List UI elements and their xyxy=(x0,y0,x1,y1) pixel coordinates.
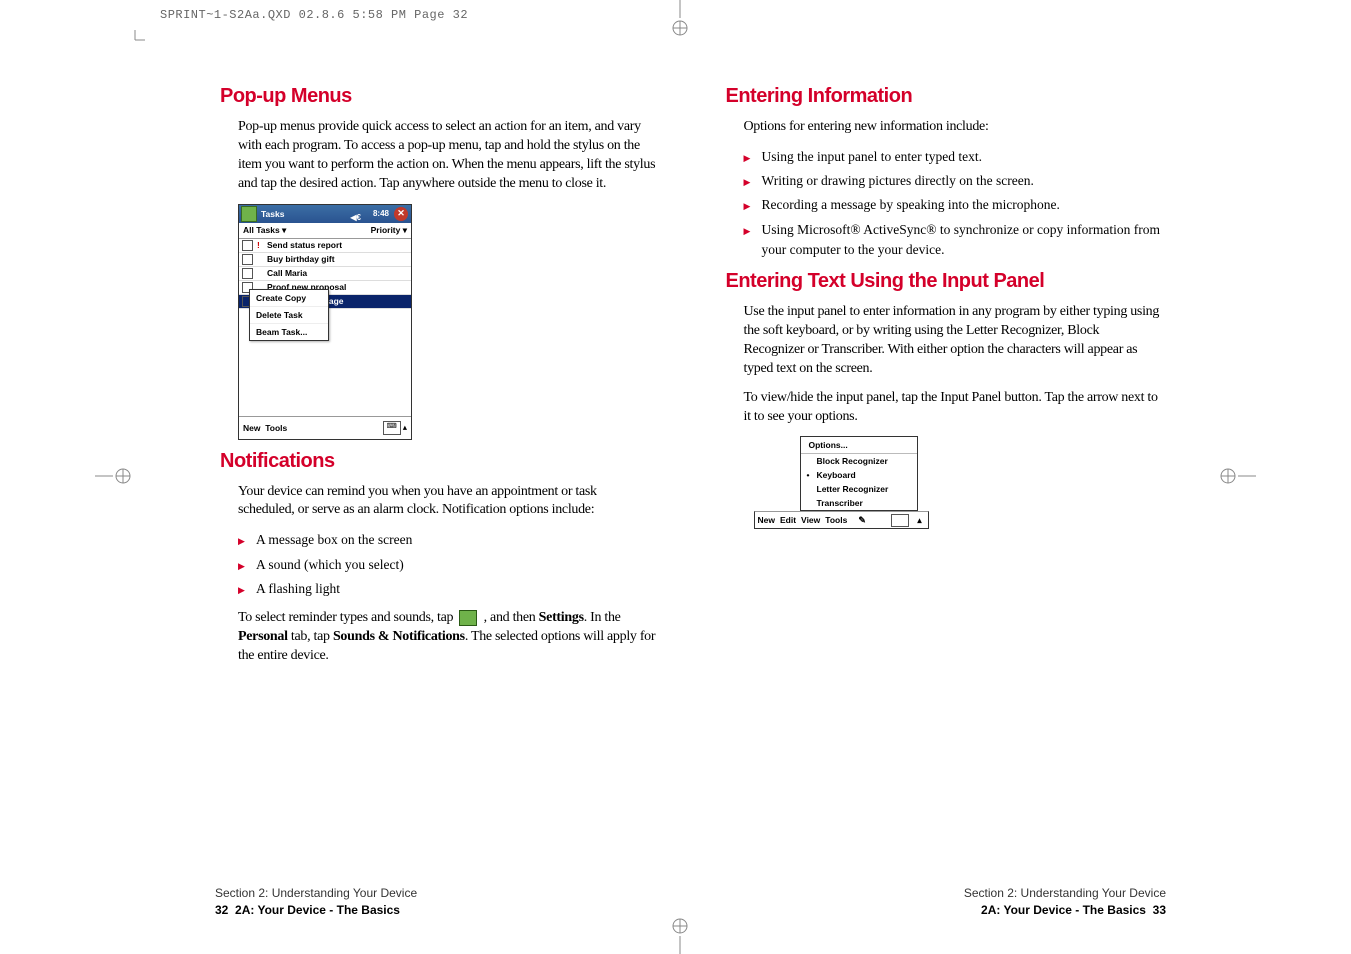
input-panel-screenshot: Options... Block RecognizerKeyboardLette… xyxy=(754,436,929,529)
list-item: Writing or drawing pictures directly on … xyxy=(744,171,1162,191)
sip-menubar: New Edit View Tools ✎ ▴ xyxy=(754,511,929,529)
page-number-left: 32 xyxy=(215,903,228,917)
tasks-screenshot: Tasks ◀€ 8:48 ✕ All Tasks ▾ Priority ▾ !… xyxy=(238,204,412,440)
tasks-filter-priority: Priority ▾ xyxy=(371,225,407,236)
task-row: Call Maria xyxy=(239,267,411,281)
tasks-titlebar: Tasks ◀€ 8:48 ✕ xyxy=(239,205,411,223)
heading-input-panel: Entering Text Using the Input Panel xyxy=(726,270,1162,293)
popup-item: Beam Task... xyxy=(250,324,328,340)
sounds-bold: Sounds & Notifications xyxy=(333,629,465,644)
right-page: Entering Information Options for enterin… xyxy=(726,75,1162,676)
sip-method-item: Keyboard xyxy=(801,468,917,482)
crop-mark-tl xyxy=(105,30,145,60)
menubar-item: View xyxy=(801,515,820,525)
list-item: A flashing light xyxy=(238,579,656,599)
txt: To select reminder types and sounds, tap xyxy=(238,610,456,625)
footer-sub: 2A: Your Device - The Basics xyxy=(981,903,1146,917)
pen-icon: ✎ xyxy=(858,515,866,526)
popup-item: Create Copy xyxy=(250,290,328,307)
print-header: SPRINT~1-S2Aa.QXD 02.8.6 5:58 PM Page 32 xyxy=(160,8,468,22)
menubar-item: Edit xyxy=(780,515,796,525)
notifications-howto: To select reminder types and sounds, tap… xyxy=(238,609,656,666)
list-item: Using Microsoft® ActiveSync® to synchron… xyxy=(744,220,1162,261)
checkbox-icon xyxy=(242,240,253,251)
txt: . In the xyxy=(584,610,621,625)
list-item: Using the input panel to enter typed tex… xyxy=(744,147,1162,167)
footer-left: Section 2: Understanding Your Device 32 … xyxy=(215,885,417,919)
settings-bold: Settings xyxy=(539,610,584,625)
sip-arrow-icon: ▴ xyxy=(915,515,925,526)
close-icon: ✕ xyxy=(394,207,408,221)
footer-section: Section 2: Understanding Your Device xyxy=(215,885,417,902)
clock-time: 8:48 xyxy=(373,205,389,223)
footer-right: Section 2: Understanding Your Device 2A:… xyxy=(964,885,1166,919)
task-row: Buy birthday gift xyxy=(239,253,411,267)
heading-popup-menus: Pop-up Menus xyxy=(220,85,656,108)
menubar-item: Tools xyxy=(825,515,847,525)
menubar-item: New xyxy=(758,515,775,525)
tasks-title-text: Tasks xyxy=(261,209,284,219)
crop-mark-left xyxy=(95,466,135,486)
tasks-bottom-bar: New Tools ⌨ ▴ xyxy=(239,416,411,439)
sip-method-item: Transcriber xyxy=(801,496,917,510)
txt: tab, tap xyxy=(288,629,333,644)
list-item: Recording a message by speaking into the… xyxy=(744,195,1162,215)
sip-method-item: Letter Recognizer xyxy=(801,482,917,496)
start-icon xyxy=(241,206,257,222)
tasks-filter-bar: All Tasks ▾ Priority ▾ xyxy=(239,223,411,239)
footer-section: Section 2: Understanding Your Device xyxy=(964,885,1166,902)
tools-button: Tools xyxy=(265,423,287,433)
heading-entering-info: Entering Information xyxy=(726,85,1162,108)
sip-method-item: Block Recognizer xyxy=(801,454,917,468)
checkbox-icon xyxy=(242,268,253,279)
entering-info-bullets: Using the input panel to enter typed tex… xyxy=(744,147,1162,260)
sip-options-item: Options... xyxy=(801,437,917,454)
speaker-icon: ◀€ xyxy=(350,209,361,227)
checkbox-icon xyxy=(242,254,253,265)
footer-sub: 2A: Your Device - The Basics xyxy=(235,903,400,917)
notifications-bullets: A message box on the screen A sound (whic… xyxy=(238,530,656,599)
tasks-filter-all: All Tasks ▾ xyxy=(243,225,286,236)
list-item: A message box on the screen xyxy=(238,530,656,550)
personal-bold: Personal xyxy=(238,629,288,644)
crop-mark-right xyxy=(1216,466,1256,486)
crop-mark-top xyxy=(670,0,690,40)
keyboard-icon xyxy=(891,514,909,527)
txt: , and then xyxy=(480,610,538,625)
priority-icon: ! xyxy=(257,240,263,250)
list-item: A sound (which you select) xyxy=(238,555,656,575)
sip-arrow-icon: ▴ xyxy=(403,422,407,433)
task-row: !Send status report xyxy=(239,239,411,253)
page-number-right: 33 xyxy=(1153,903,1166,917)
popup-menus-para: Pop-up menus provide quick access to sel… xyxy=(238,118,656,194)
heading-notifications: Notifications xyxy=(220,450,656,473)
crop-mark-bottom xyxy=(670,914,690,954)
notifications-para: Your device can remind you when you have… xyxy=(238,483,656,521)
new-button: New xyxy=(243,423,260,433)
entering-info-para: Options for entering new information inc… xyxy=(744,118,1162,137)
sip-options-popup: Options... Block RecognizerKeyboardLette… xyxy=(800,436,918,511)
keyboard-icon: ⌨ xyxy=(383,421,401,435)
input-panel-para2: To view/hide the input panel, tap the In… xyxy=(744,389,1162,427)
input-panel-para1: Use the input panel to enter information… xyxy=(744,303,1162,379)
start-menu-icon xyxy=(459,610,477,626)
popup-item: Delete Task xyxy=(250,307,328,324)
context-popup: Create CopyDelete TaskBeam Task... xyxy=(249,289,329,341)
left-page: Pop-up Menus Pop-up menus provide quick … xyxy=(220,75,656,676)
